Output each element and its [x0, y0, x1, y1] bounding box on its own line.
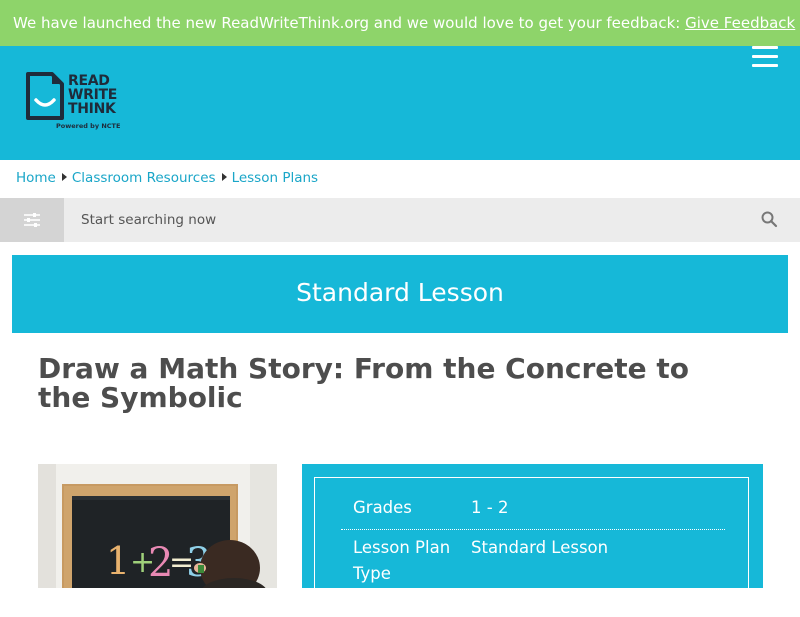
site-header: READ WRITE THINK Powered by NCTE	[0, 46, 800, 160]
lesson-info-panel: Grades 1 - 2 Lesson Plan Type Standard L…	[302, 464, 763, 617]
breadcrumb-caret-icon	[61, 173, 67, 181]
logo-powered-by: Powered by NCTE	[56, 122, 121, 130]
search-bar	[0, 198, 800, 242]
breadcrumb-home[interactable]: Home	[16, 170, 56, 186]
chalkboard-photo: 1 + 2 = 3	[38, 464, 277, 588]
svg-text:1: 1	[106, 539, 130, 583]
breadcrumb-caret-icon	[221, 173, 227, 181]
logo-wordmark: READ WRITE THINK	[68, 73, 118, 117]
filter-button[interactable]	[0, 198, 64, 242]
info-value: Standard Lesson	[471, 538, 609, 557]
info-label: Grades	[353, 498, 412, 517]
logo-page-icon	[26, 72, 64, 120]
search-input[interactable]	[64, 198, 744, 242]
lesson-image: 1 + 2 = 3	[38, 464, 277, 588]
feedback-banner: We have launched the new ReadWriteThink.…	[0, 0, 800, 46]
breadcrumb: Home Classroom Resources Lesson Plans	[16, 160, 318, 196]
give-feedback-link[interactable]: Give Feedback	[685, 14, 795, 32]
info-label: Lesson Plan Type	[353, 538, 451, 583]
breadcrumb-classroom-resources[interactable]: Classroom Resources	[72, 170, 216, 186]
feedback-message: We have launched the new ReadWriteThink.…	[13, 14, 681, 32]
breadcrumb-lesson-plans[interactable]: Lesson Plans	[232, 170, 319, 186]
sliders-icon	[24, 213, 40, 227]
readwritethink-logo[interactable]: READ WRITE THINK Powered by NCTE	[24, 72, 134, 136]
info-value: 1 - 2	[471, 498, 509, 517]
lesson-info-box: Grades 1 - 2 Lesson Plan Type Standard L…	[314, 477, 749, 617]
magnifier-icon[interactable]	[760, 210, 778, 228]
hamburger-icon[interactable]	[752, 46, 778, 68]
info-divider	[341, 529, 725, 530]
page-title: Draw a Math Story: From the Concrete to …	[38, 352, 690, 414]
lesson-type-banner: Standard Lesson	[12, 255, 788, 333]
